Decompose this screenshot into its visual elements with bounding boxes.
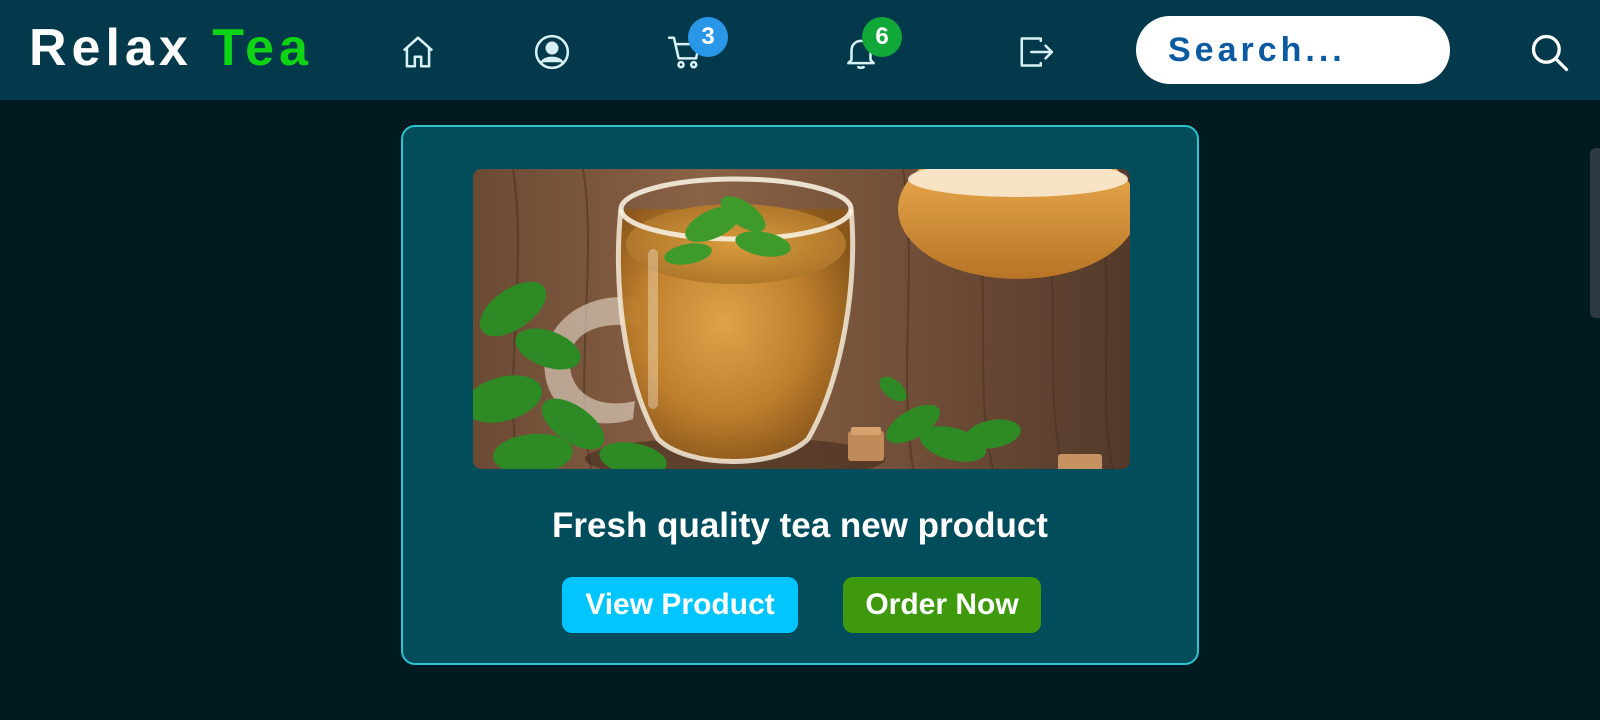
- user-icon[interactable]: [532, 32, 572, 72]
- brand-name-part1: Relax: [29, 19, 193, 77]
- brand-name-part2: Tea: [212, 19, 313, 77]
- navbar: Relax Tea 3 6: [0, 0, 1600, 100]
- brand-logo[interactable]: Relax Tea: [29, 18, 313, 78]
- scrollbar-thumb[interactable]: [1590, 148, 1600, 318]
- view-product-button[interactable]: View Product: [562, 577, 798, 633]
- product-image: [473, 169, 1130, 469]
- product-card: Fresh quality tea new product View Produ…: [401, 125, 1199, 665]
- search-icon[interactable]: [1528, 31, 1572, 75]
- product-title: Fresh quality tea new product: [552, 506, 1048, 545]
- cart-count-badge: 3: [688, 17, 728, 57]
- order-now-button[interactable]: Order Now: [843, 577, 1041, 633]
- search-input[interactable]: [1136, 16, 1450, 84]
- home-icon[interactable]: [398, 32, 438, 72]
- notification-count-badge: 6: [862, 17, 902, 57]
- logout-icon[interactable]: [1016, 32, 1056, 72]
